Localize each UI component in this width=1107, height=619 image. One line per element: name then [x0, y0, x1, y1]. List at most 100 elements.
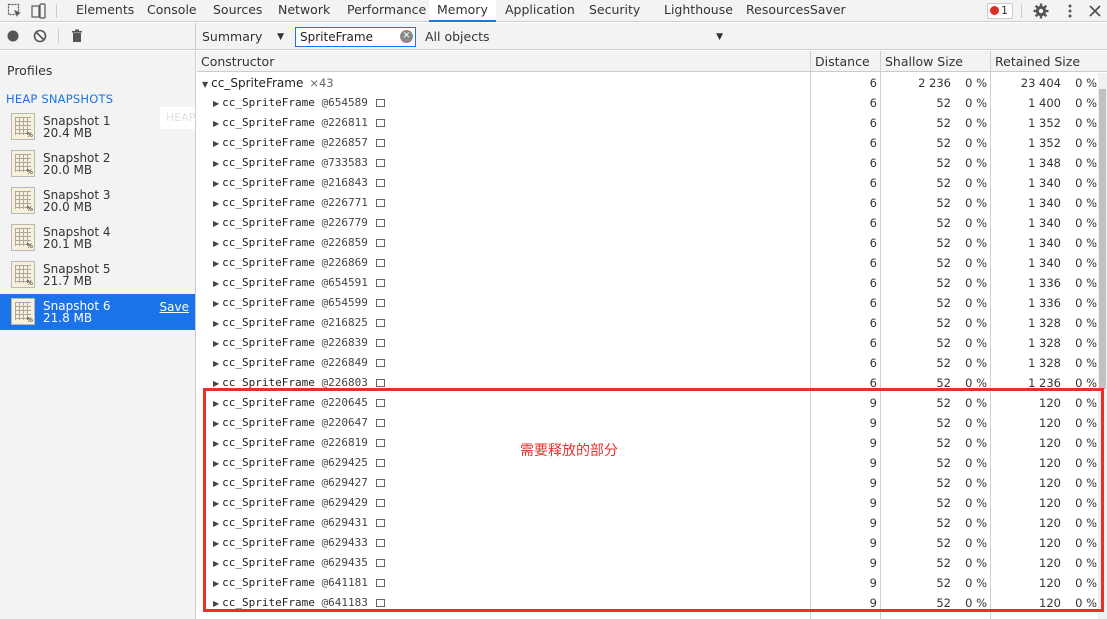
store-as-global-icon[interactable]: [375, 359, 385, 367]
clear-filter-icon[interactable]: ✕: [400, 30, 413, 43]
device-toolbar-icon[interactable]: [31, 3, 47, 19]
expand-triangle-icon[interactable]: ▶: [213, 299, 219, 308]
store-as-global-icon[interactable]: [375, 99, 385, 107]
tab-elements[interactable]: Elements: [76, 0, 134, 22]
expand-triangle-icon[interactable]: ▶: [213, 579, 219, 588]
error-count-badge[interactable]: 1: [987, 3, 1013, 19]
save-snapshot-link[interactable]: Save: [160, 300, 189, 314]
store-as-global-icon[interactable]: [375, 439, 385, 447]
table-row[interactable]: ▶ cc_SpriteFrame @226811 6 52 0 % 1 352 0 %: [197, 113, 1097, 133]
expand-triangle-icon[interactable]: ▶: [213, 239, 219, 248]
store-as-global-icon[interactable]: [375, 299, 385, 307]
collect-garbage-icon[interactable]: [70, 29, 84, 43]
store-as-global-icon[interactable]: [375, 139, 385, 147]
tab-performance[interactable]: Performance: [347, 0, 426, 22]
expand-triangle-icon[interactable]: ▶: [213, 399, 219, 408]
expand-triangle-icon[interactable]: ▶: [213, 419, 219, 428]
expand-triangle-icon[interactable]: ▶: [213, 379, 219, 388]
table-row[interactable]: ▶ cc_SpriteFrame @654599 6 52 0 % 1 336 0 %: [197, 293, 1097, 313]
table-row[interactable]: ▶ cc_SpriteFrame @226869 6 52 0 % 1 340 0 %: [197, 253, 1097, 273]
class-filter-input[interactable]: SpriteFrame: [295, 27, 416, 47]
table-row[interactable]: ▶ cc_SpriteFrame @226859 6 52 0 % 1 340 0 %: [197, 233, 1097, 253]
expand-triangle-icon[interactable]: ▶: [213, 159, 219, 168]
table-row[interactable]: ▶ cc_SpriteFrame @641181 9 52 0 % 120 0 %: [197, 573, 1097, 593]
expand-triangle-icon[interactable]: ▶: [213, 499, 219, 508]
store-as-global-icon[interactable]: [375, 579, 385, 587]
store-as-global-icon[interactable]: [375, 559, 385, 567]
object-range-select[interactable]: All objects ▼: [425, 28, 725, 46]
snapshot-item[interactable]: % Snapshot 5 21.7 MB: [0, 257, 195, 293]
distance-column-header[interactable]: Distance: [811, 51, 870, 72]
clear-all-icon[interactable]: [33, 29, 47, 43]
settings-gear-icon[interactable]: [1033, 3, 1049, 19]
table-row[interactable]: ▶ cc_SpriteFrame @629433 9 52 0 % 120 0 %: [197, 533, 1097, 553]
snapshot-item[interactable]: % Snapshot 4 20.1 MB: [0, 220, 195, 256]
table-row[interactable]: ▶ cc_SpriteFrame @226779 6 52 0 % 1 340 0 %: [197, 213, 1097, 233]
expand-triangle-icon[interactable]: ▶: [213, 199, 219, 208]
store-as-global-icon[interactable]: [375, 219, 385, 227]
table-row[interactable]: ▶ cc_SpriteFrame @226803 6 52 0 % 1 236 0 %: [197, 373, 1097, 393]
tab-console[interactable]: Console: [147, 0, 197, 22]
table-row[interactable]: ▶ cc_SpriteFrame @226857 6 52 0 % 1 352 0 %: [197, 133, 1097, 153]
table-row[interactable]: ▶ cc_SpriteFrame @226819 9 52 0 % 120 0 %: [197, 433, 1097, 453]
table-scrollbar[interactable]: [1098, 73, 1107, 619]
expand-triangle-icon[interactable]: ▶: [213, 479, 219, 488]
snapshot-item[interactable]: % Snapshot 3 20.0 MB: [0, 183, 195, 219]
store-as-global-icon[interactable]: [375, 539, 385, 547]
expand-triangle-icon[interactable]: ▶: [213, 119, 219, 128]
tab-memory[interactable]: Memory: [429, 0, 496, 22]
store-as-global-icon[interactable]: [375, 179, 385, 187]
expand-triangle-icon[interactable]: ▶: [213, 359, 219, 368]
expand-triangle-icon[interactable]: ▶: [213, 439, 219, 448]
tab-resourcessaver[interactable]: ResourcesSaver: [746, 0, 846, 22]
table-row[interactable]: ▶ cc_SpriteFrame @226839 6 52 0 % 1 328 0 %: [197, 333, 1097, 353]
table-row[interactable]: ▶ cc_SpriteFrame @216843 6 52 0 % 1 340 0 %: [197, 173, 1097, 193]
store-as-global-icon[interactable]: [375, 159, 385, 167]
table-row[interactable]: ▶ cc_SpriteFrame @654591 6 52 0 % 1 336 0 %: [197, 273, 1097, 293]
expand-triangle-icon[interactable]: ▶: [213, 179, 219, 188]
expand-triangle-icon[interactable]: ▶: [213, 319, 219, 328]
table-row[interactable]: ▶ cc_SpriteFrame @220647 9 52 0 % 120 0 %: [197, 413, 1097, 433]
expand-triangle-icon[interactable]: ▶: [213, 559, 219, 568]
store-as-global-icon[interactable]: [375, 239, 385, 247]
expand-triangle-icon[interactable]: ▶: [213, 139, 219, 148]
store-as-global-icon[interactable]: [375, 279, 385, 287]
table-row[interactable]: ▶ cc_SpriteFrame @629431 9 52 0 % 120 0 %: [197, 513, 1097, 533]
store-as-global-icon[interactable]: [375, 519, 385, 527]
record-icon[interactable]: [6, 29, 20, 43]
table-row[interactable]: ▶ cc_SpriteFrame @220645 9 52 0 % 120 0 %: [197, 393, 1097, 413]
tab-network[interactable]: Network: [278, 0, 330, 22]
expand-triangle-icon[interactable]: ▶: [213, 339, 219, 348]
tab-lighthouse[interactable]: Lighthouse: [664, 0, 733, 22]
table-row[interactable]: ▶ cc_SpriteFrame @216825 6 52 0 % 1 328 0 %: [197, 313, 1097, 333]
tab-application[interactable]: Application: [505, 0, 575, 22]
table-row[interactable]: ▶ cc_SpriteFrame @226771 6 52 0 % 1 340 0 %: [197, 193, 1097, 213]
store-as-global-icon[interactable]: [375, 499, 385, 507]
store-as-global-icon[interactable]: [375, 479, 385, 487]
expand-triangle-icon[interactable]: ▶: [213, 459, 219, 468]
tab-security[interactable]: Security: [589, 0, 640, 22]
inspect-element-icon[interactable]: [7, 3, 23, 19]
expanded-triangle-icon[interactable]: ▼: [202, 80, 208, 89]
store-as-global-icon[interactable]: [375, 119, 385, 127]
snapshot-item[interactable]: % Snapshot 2 20.0 MB: [0, 146, 195, 182]
store-as-global-icon[interactable]: [375, 399, 385, 407]
expand-triangle-icon[interactable]: ▶: [213, 539, 219, 548]
store-as-global-icon[interactable]: [375, 599, 385, 607]
expand-triangle-icon[interactable]: ▶: [213, 219, 219, 228]
expand-triangle-icon[interactable]: ▶: [213, 99, 219, 108]
close-devtools-icon[interactable]: [1087, 3, 1103, 19]
table-row[interactable]: ▶ cc_SpriteFrame @629425 9 52 0 % 120 0 %: [197, 453, 1097, 473]
table-row[interactable]: ▶ cc_SpriteFrame @654589 6 52 0 % 1 400 0 %: [197, 93, 1097, 113]
tab-sources[interactable]: Sources: [213, 0, 262, 22]
expand-triangle-icon[interactable]: ▶: [213, 519, 219, 528]
more-options-icon[interactable]: [1062, 3, 1078, 19]
view-mode-select[interactable]: Summary ▼: [202, 28, 286, 46]
store-as-global-icon[interactable]: [375, 259, 385, 267]
constructor-column-header[interactable]: Constructor: [197, 51, 274, 72]
snapshot-item[interactable]: % Snapshot 6 21.8 MB Save: [0, 294, 195, 330]
table-row[interactable]: ▶ cc_SpriteFrame @629435 9 52 0 % 120 0 %: [197, 553, 1097, 573]
table-row[interactable]: ▶ cc_SpriteFrame @226849 6 52 0 % 1 328 0 %: [197, 353, 1097, 373]
shallow-size-column-header[interactable]: Shallow Size: [881, 51, 963, 72]
table-row[interactable]: ▶ cc_SpriteFrame @629427 9 52 0 % 120 0 %: [197, 473, 1097, 493]
